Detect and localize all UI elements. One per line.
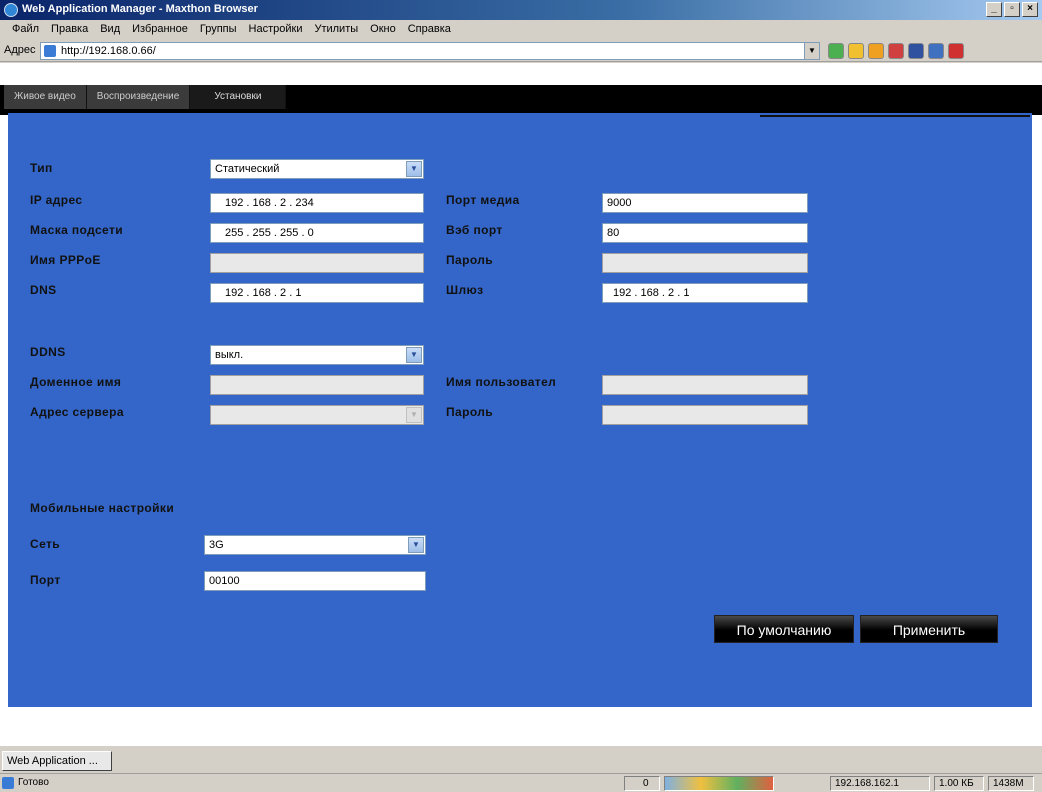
domain-label: Доменное имя	[30, 375, 122, 389]
password-input[interactable]	[602, 253, 808, 273]
type-label: Тип	[30, 161, 53, 175]
dns-label: DNS	[30, 283, 57, 297]
address-input[interactable]: http://192.168.0.66/ ▼	[40, 42, 820, 60]
forward-icon[interactable]	[868, 43, 884, 59]
taskbar-app-button[interactable]: Web Application ...	[2, 751, 112, 771]
go-icon[interactable]	[828, 43, 844, 59]
gateway-input[interactable]: 192 . 168 . 2 . 1	[602, 283, 808, 303]
chevron-down-icon: ▼	[406, 347, 422, 363]
menu-window[interactable]: Окно	[364, 20, 402, 40]
media-port-input[interactable]: 9000	[602, 193, 808, 213]
media-port-label: Порт медиа	[446, 193, 520, 207]
menu-help[interactable]: Справка	[402, 20, 457, 40]
settings-panel: Тип Статический ▼ IP адрес 192 . 168 . 2…	[8, 113, 1032, 707]
address-url: http://192.168.0.66/	[61, 45, 156, 57]
apply-button[interactable]: Применить	[860, 615, 998, 643]
mask-label: Маска подсети	[30, 223, 124, 237]
panel-divider	[760, 115, 1030, 117]
chevron-down-icon: ▼	[408, 537, 424, 553]
status-bar: Готово 0 192.168.162.1 1.00 КБ 1438М	[0, 773, 1042, 792]
close-button[interactable]: ×	[1022, 2, 1038, 17]
type-select[interactable]: Статический ▼	[210, 159, 424, 179]
ddns-label: DDNS	[30, 345, 66, 359]
server-label: Адрес сервера	[30, 405, 124, 419]
ddns-select[interactable]: выкл. ▼	[210, 345, 424, 365]
dns-input[interactable]: 192 . 168 . 2 . 1	[210, 283, 424, 303]
maxthon-icon	[4, 3, 18, 17]
port-label: Порт	[30, 573, 61, 587]
menu-settings[interactable]: Настройки	[243, 20, 309, 40]
top-navigation: Живое видео Воспроизведение Установки	[0, 85, 1042, 115]
gateway-label: Шлюз	[446, 283, 484, 297]
menu-view[interactable]: Вид	[94, 20, 126, 40]
tab-live-video[interactable]: Живое видео	[4, 85, 87, 109]
pppoe-input[interactable]	[210, 253, 424, 273]
ddns-value: выкл.	[215, 349, 244, 361]
popup-counter-value: 0	[643, 778, 649, 789]
tab-playback[interactable]: Воспроизведение	[86, 85, 191, 109]
ddns-password-label: Пароль	[446, 405, 494, 419]
menu-edit[interactable]: Правка	[45, 20, 94, 40]
domain-input[interactable]	[210, 375, 424, 395]
network-select[interactable]: 3G ▼	[204, 535, 426, 555]
port-input[interactable]: 00100	[204, 571, 426, 591]
web-port-input[interactable]: 80	[602, 223, 808, 243]
type-value: Статический	[215, 163, 280, 175]
address-label: Адрес	[4, 44, 36, 56]
maximize-button[interactable]: ▫	[1004, 2, 1020, 17]
address-dropdown-icon[interactable]: ▼	[804, 43, 819, 59]
close-tab-icon[interactable]	[948, 43, 964, 59]
window-title: Web Application Manager - Maxthon Browse…	[22, 3, 258, 15]
password-label: Пароль	[446, 253, 494, 267]
menu-groups[interactable]: Группы	[194, 20, 243, 40]
default-button[interactable]: По умолчанию	[714, 615, 854, 643]
status-icons[interactable]	[664, 776, 774, 791]
back-icon[interactable]	[848, 43, 864, 59]
minimize-button[interactable]: _	[986, 2, 1002, 17]
network-label: Сеть	[30, 537, 61, 551]
browser-content: Живое видео Воспроизведение Установки Ти…	[0, 63, 1042, 745]
status-size: 1.00 КБ	[934, 776, 984, 791]
status-memory: 1438М	[988, 776, 1034, 791]
page-status-icon	[2, 777, 14, 789]
taskbar: Web Application ...	[0, 745, 1042, 773]
save-icon[interactable]	[908, 43, 924, 59]
page-icon	[44, 45, 56, 57]
menu-bar: Файл Правка Вид Избранное Группы Настрой…	[0, 20, 1042, 40]
menu-favorites[interactable]: Избранное	[126, 20, 194, 40]
user-label: Имя пользовател	[446, 375, 557, 389]
pppoe-label: Имя PPPoE	[30, 253, 101, 267]
window-title-bar: Web Application Manager - Maxthon Browse…	[0, 0, 1042, 20]
ip-label: IP адрес	[30, 193, 83, 207]
status-ip: 192.168.162.1	[830, 776, 930, 791]
server-select[interactable]: ▼	[210, 405, 424, 425]
status-text: Готово	[18, 777, 49, 788]
tab-settings[interactable]: Установки	[190, 85, 287, 109]
popup-counter[interactable]: 0	[624, 776, 660, 791]
stop-icon[interactable]	[888, 43, 904, 59]
address-bar: Адрес http://192.168.0.66/ ▼	[0, 40, 1042, 62]
mask-input[interactable]: 255 . 255 . 255 . 0	[210, 223, 424, 243]
web-port-label: Вэб порт	[446, 223, 503, 237]
window-icon[interactable]	[928, 43, 944, 59]
mobile-section-label: Мобильные настройки	[30, 501, 175, 515]
menu-file[interactable]: Файл	[6, 20, 45, 40]
chevron-down-icon: ▼	[406, 407, 422, 423]
user-input[interactable]	[602, 375, 808, 395]
ddns-password-input[interactable]	[602, 405, 808, 425]
network-value: 3G	[209, 539, 224, 551]
menu-tools[interactable]: Утилиты	[308, 20, 364, 40]
ip-input[interactable]: 192 . 168 . 2 . 234	[210, 193, 424, 213]
chevron-down-icon: ▼	[406, 161, 422, 177]
